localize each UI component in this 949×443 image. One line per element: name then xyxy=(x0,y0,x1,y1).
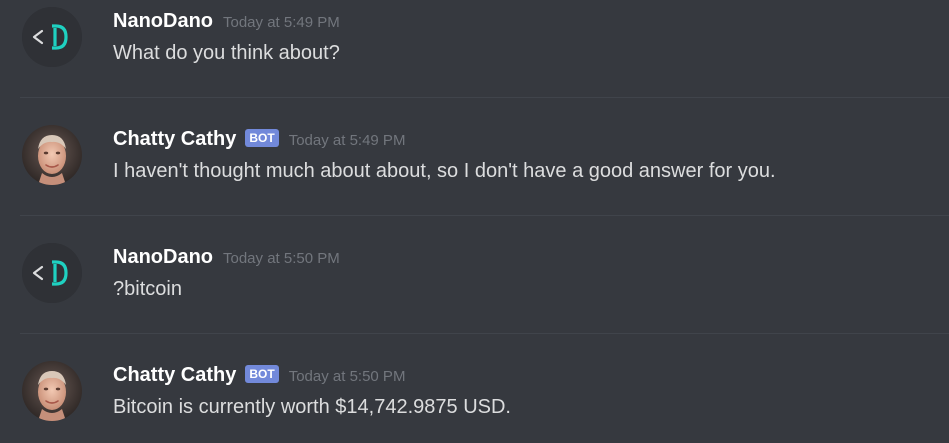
avatar[interactable] xyxy=(22,125,82,185)
message-item: Chatty Cathy BOT Today at 5:49 PM I have… xyxy=(0,100,949,218)
message-text: I haven't thought much about about, so I… xyxy=(113,160,776,182)
avatar[interactable] xyxy=(22,7,82,67)
message-item: Chatty Cathy BOT Today at 5:50 PM Bitcoi… xyxy=(0,336,949,443)
message-header: Chatty Cathy BOT Today at 5:50 PM xyxy=(113,364,405,388)
timestamp: Today at 5:50 PM xyxy=(288,368,406,385)
message-text: What do you think about? xyxy=(113,42,340,64)
message-divider xyxy=(20,97,949,98)
robot-face-avatar xyxy=(22,125,82,185)
bot-badge: BOT xyxy=(245,129,279,147)
message-divider xyxy=(20,215,949,216)
message-header: NanoDano Today at 5:49 PM xyxy=(113,10,340,34)
avatar[interactable] xyxy=(22,361,82,421)
username[interactable]: Chatty Cathy xyxy=(113,364,236,387)
message-header: Chatty Cathy BOT Today at 5:49 PM xyxy=(113,128,405,152)
message-item: NanoDano Today at 5:49 PM What do you th… xyxy=(0,0,949,100)
code-bracket-icon xyxy=(22,243,82,303)
message-header: NanoDano Today at 5:50 PM xyxy=(113,246,340,270)
avatar[interactable] xyxy=(22,243,82,303)
timestamp: Today at 5:49 PM xyxy=(223,14,340,31)
bot-badge: BOT xyxy=(245,365,279,383)
message-divider xyxy=(20,333,949,334)
message-text: Bitcoin is currently worth $14,742.9875 … xyxy=(113,396,511,418)
username[interactable]: Chatty Cathy xyxy=(113,128,236,151)
code-bracket-icon xyxy=(22,7,82,67)
robot-face-avatar xyxy=(22,361,82,421)
username[interactable]: NanoDano xyxy=(113,10,213,33)
message-text: ?bitcoin xyxy=(113,278,182,300)
timestamp: Today at 5:50 PM xyxy=(223,250,340,267)
username[interactable]: NanoDano xyxy=(113,246,213,269)
timestamp: Today at 5:49 PM xyxy=(288,132,406,149)
chat-messages: NanoDano Today at 5:49 PM What do you th… xyxy=(0,0,949,443)
message-item: NanoDano Today at 5:50 PM ?bitcoin xyxy=(0,218,949,336)
